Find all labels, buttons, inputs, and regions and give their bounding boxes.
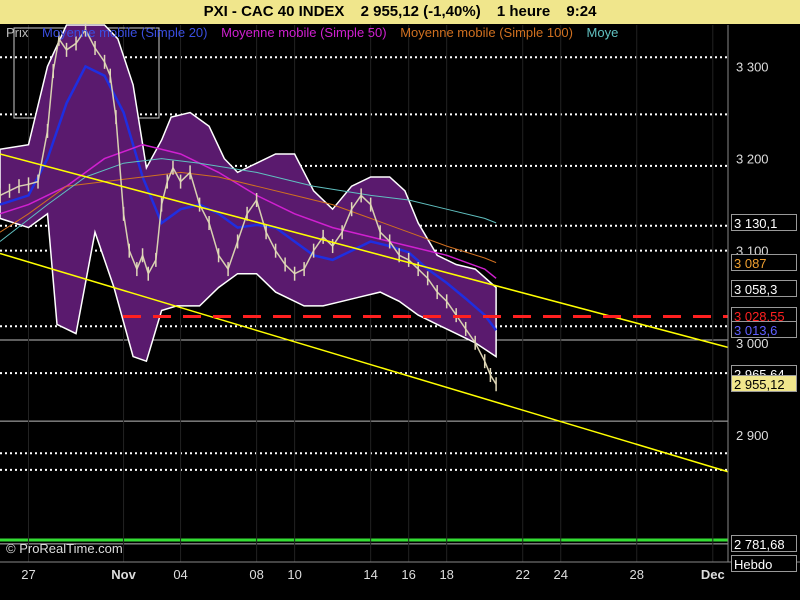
legend-ma50: Moyenne mobile (Simple 50): [221, 25, 387, 40]
price-box-0: 3 130,1: [731, 214, 797, 231]
price-box-1: 3 087: [731, 254, 797, 271]
watermark: © ProRealTime.com: [6, 541, 123, 556]
x-tick-label-3: 08: [249, 567, 263, 582]
chart-legend: Prix Moyenne mobile (Simple 20) Moyenne …: [6, 25, 628, 40]
y-tick-label-4: 2 900: [736, 428, 769, 443]
legend-prix: Prix: [6, 25, 29, 40]
legend-ma100: Moyenne mobile (Simple 100): [400, 25, 573, 40]
price-box-4: 3 013,6: [731, 321, 797, 338]
bollinger-band: [0, 24, 497, 363]
y-tick-label-0: 3 300: [736, 59, 769, 74]
x-tick-label-2: 04: [173, 567, 187, 582]
x-tick-label-5: 14: [363, 567, 377, 582]
x-tick-label-4: 10: [287, 567, 301, 582]
x-tick-label-11: Dec: [701, 567, 725, 582]
price-box-8: Hebdo: [731, 555, 797, 572]
price-chart[interactable]: 3 3003 2003 1003 0002 90027 Nov 04 08 10 14 16…: [0, 0, 800, 600]
legend-ma-cut: Moye: [586, 25, 619, 40]
x-tick-label-1: Nov: [111, 567, 136, 582]
bollinger-band-fill: [0, 24, 497, 363]
price-box-6: 2 955,12: [731, 375, 797, 392]
y-tick-label-1: 3 200: [736, 152, 769, 167]
x-tick-label-7: 18: [439, 567, 453, 582]
x-tick-label-6: 16: [401, 567, 415, 582]
legend-ma20: Moyenne mobile (Simple 20): [42, 25, 208, 40]
price-box-2: 3 058,3: [731, 280, 797, 297]
x-tick-label-8: 22: [515, 567, 529, 582]
x-tick-label-9: 24: [553, 567, 567, 582]
x-tick-label-0: 27: [21, 567, 35, 582]
x-tick-label-10: 28: [630, 567, 644, 582]
price-box-7: 2 781,68: [731, 535, 797, 552]
